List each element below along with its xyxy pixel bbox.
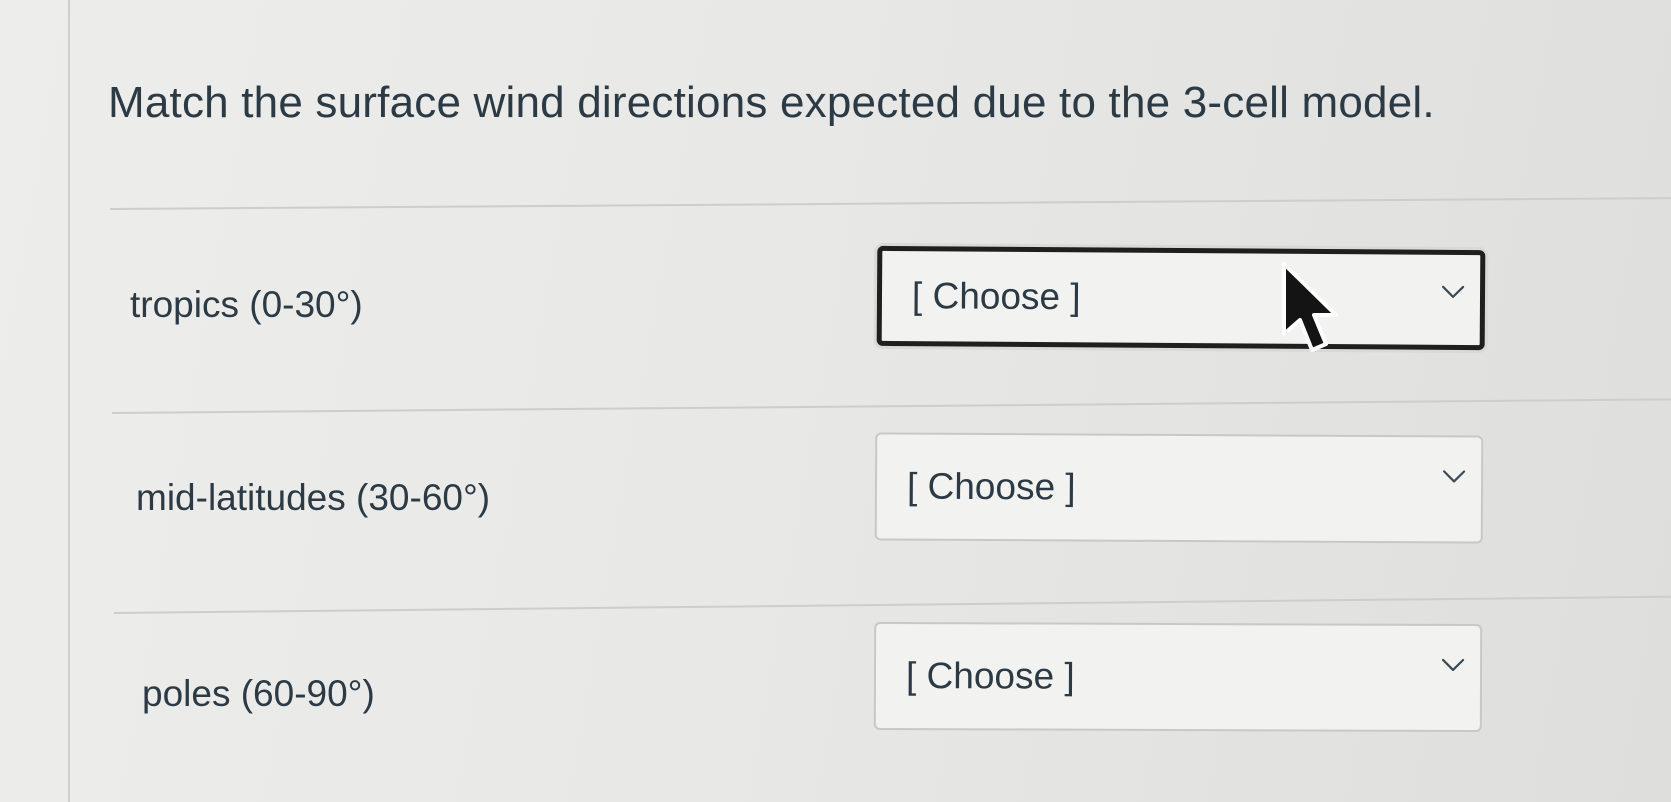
select-value: [ Choose ] [905,655,1075,697]
row-divider [113,595,1671,614]
chevron-down-icon [1442,470,1466,483]
select-value: [ Choose ] [911,275,1081,318]
answer-label-poles: poles (60-90°) [142,673,375,714]
answer-select-tropics[interactable]: [ Choose ] [876,245,1486,351]
mouse-cursor-icon [1282,262,1338,352]
chevron-down-icon [1441,658,1465,672]
chevron-down-icon [1441,285,1465,298]
answer-select-poles[interactable]: [ Choose ] [873,621,1483,733]
left-border [68,0,70,802]
row-divider [109,197,1671,210]
row-divider [111,398,1671,414]
answer-label-mid-latitudes: mid-latitudes (30-60°) [136,477,491,518]
question-text: Match the surface wind directions expect… [108,78,1435,127]
select-value: [ Choose ] [906,465,1076,508]
answer-label-tropics: tropics (0-30°) [130,284,363,325]
answer-select-mid-latitudes[interactable]: [ Choose ] [874,432,1484,544]
quiz-question-page: Match the surface wind directions expect… [0,0,1671,802]
